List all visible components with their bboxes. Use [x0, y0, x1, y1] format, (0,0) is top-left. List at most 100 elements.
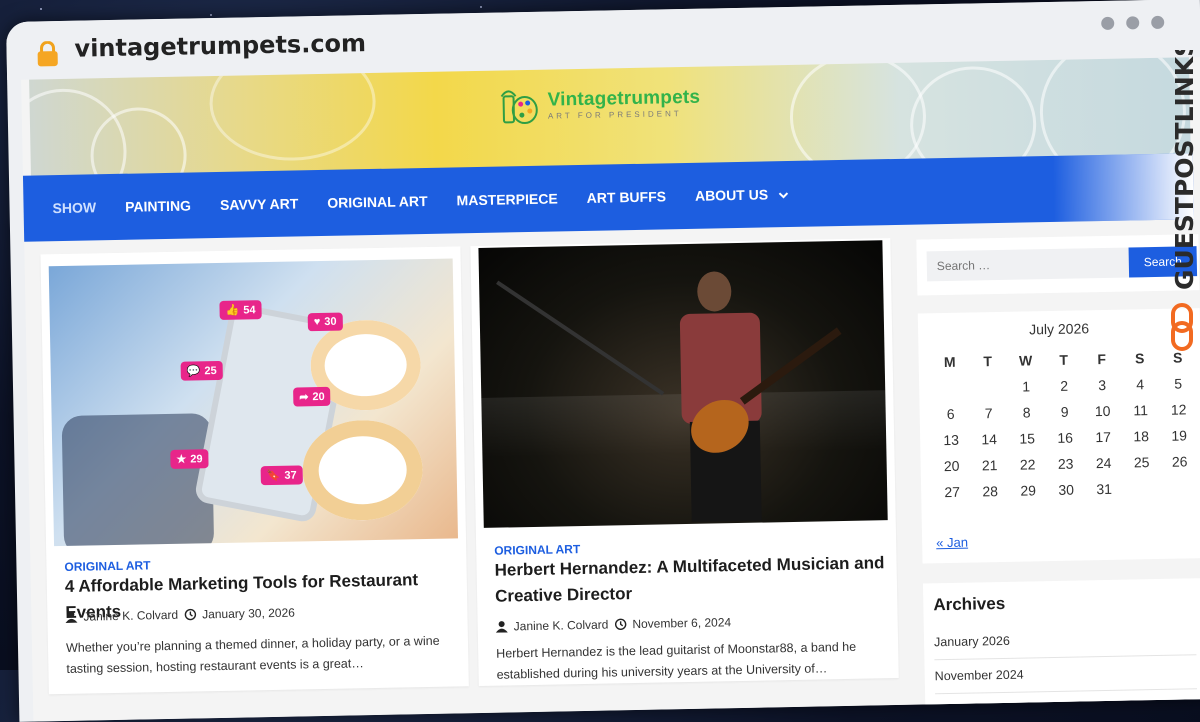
calendar-day: 16 [1057, 429, 1074, 446]
calendar-day: 20 [943, 457, 960, 475]
calendar-day: 3 [1098, 376, 1107, 394]
divider [934, 654, 1197, 661]
search-input[interactable] [926, 247, 1148, 282]
clock-icon [184, 608, 196, 621]
calendar-weekday: M [943, 353, 956, 371]
badge-count: 37 [284, 469, 297, 482]
star-icon: ★ [176, 453, 187, 466]
calendar-day: 15 [1019, 430, 1036, 447]
calendar-day: 27 [944, 483, 961, 501]
calendar-grid: M T W T F S S 1 2 3 4 5 6 7 8 9 10 11 12 13 14 15 16 17 18 19 20 21… [930, 344, 1199, 505]
post-author[interactable]: Janine K. Colvard [83, 608, 178, 624]
calendar-day: 19 [1171, 427, 1188, 444]
star [210, 14, 212, 16]
share-badge: ➦ 20 [293, 386, 331, 407]
search-widget: Search [916, 234, 1200, 296]
mic-stand-shape [496, 280, 665, 396]
calendar-weekday: T [1059, 351, 1069, 368]
nav-item-masterpiece[interactable]: MASTERPIECE [456, 190, 557, 208]
clock-icon [614, 618, 627, 631]
calendar-day: 25 [1133, 454, 1150, 471]
window-dot[interactable] [1126, 16, 1140, 30]
browser-window: vintagetrumpets.com Vintagetrumpets ART … [6, 0, 1200, 722]
post-card: 👍 54 ♥ 30 💬 25 ➦ 20 ★ 29 🔖 37 ORIGINAL ART 4 A… [40, 246, 469, 695]
nav-item-about-us-label: ABOUT US [694, 186, 769, 204]
calendar-day [1161, 474, 1199, 501]
heart-badge: ♥ 30 [307, 312, 343, 332]
badge-count: 30 [324, 315, 337, 328]
comment-icon: 💬 [186, 365, 201, 378]
calendar-day [931, 375, 969, 402]
nav-item-about-us[interactable]: ABOUT US [695, 186, 788, 204]
badge-count: 54 [243, 303, 256, 316]
window-dot[interactable] [1151, 15, 1165, 30]
hand-shape [61, 413, 215, 547]
url-text[interactable]: vintagetrumpets.com [74, 29, 366, 63]
calendar-day [1123, 475, 1161, 502]
calendar-day: 5 [1174, 375, 1183, 392]
star [480, 6, 482, 8]
post-date[interactable]: November 6, 2024 [632, 615, 731, 631]
user-icon [495, 621, 508, 633]
nav-item-art-buffs[interactable]: ART BUFFS [587, 188, 667, 206]
calendar-day: 22 [1019, 456, 1036, 473]
nav-item-painting[interactable]: PAINTING [125, 197, 191, 214]
badge-count: 25 [204, 364, 217, 377]
head-shape [696, 271, 732, 312]
window-dot[interactable] [1101, 16, 1115, 30]
palette-logo-icon [500, 90, 538, 125]
nav-item-show[interactable]: SHOW [52, 199, 96, 216]
calendar-widget: July 2026 M T W T F S S 1 2 3 4 5 6 7 8 9 10 11 12 13 14 15 16… [917, 308, 1200, 564]
user-icon [65, 611, 78, 623]
calendar-day: 24 [1095, 454, 1112, 472]
calendar-weekday: S [1134, 350, 1145, 367]
archives-widget: Archives January 2026 November 2024 [922, 578, 1200, 722]
lock-icon [37, 40, 58, 67]
calendar-day: 23 [1057, 455, 1074, 472]
post-author[interactable]: Janine K. Colvard [514, 618, 609, 634]
archive-link[interactable]: January 2026 [934, 634, 1010, 649]
calendar-day: 4 [1136, 376, 1145, 393]
star [40, 8, 42, 10]
calendar-day: 13 [943, 431, 960, 449]
nav-item-savvy-art[interactable]: SAVVY ART [220, 195, 299, 213]
divider [935, 688, 1198, 695]
calendar-day: 6 [946, 405, 955, 423]
nav-item-original-art[interactable]: ORIGINAL ART [327, 193, 428, 211]
calendar-day: 26 [1171, 453, 1188, 470]
calendar-day: 7 [984, 405, 993, 422]
calendar-day: 10 [1094, 402, 1111, 420]
badge-count: 20 [312, 390, 325, 403]
star-badge: ★ 29 [170, 449, 209, 469]
link-chain-icon [1171, 303, 1193, 351]
archives-title: Archives [933, 593, 1006, 615]
calendar-day: 14 [981, 431, 998, 448]
calendar-day: 12 [1170, 401, 1187, 418]
post-image[interactable] [478, 240, 888, 528]
site-title[interactable]: Vintagetrumpets [547, 86, 700, 111]
guestpostlinks-watermark: GUESTPOSTLINKS [1170, 50, 1199, 351]
post-meta: Janine K. Colvard November 6, 2024 [495, 615, 731, 634]
thumb-icon: 👍 [225, 304, 240, 317]
post-excerpt: Whether you’re planning a themed dinner,… [65, 633, 440, 676]
calendar-day: 31 [1096, 480, 1113, 498]
calendar-weekday: W [1018, 352, 1033, 369]
post-image[interactable]: 👍 54 ♥ 30 💬 25 ➦ 20 ★ 29 🔖 37 [48, 258, 458, 547]
post-date[interactable]: January 30, 2026 [202, 606, 295, 622]
bookmark-icon: 🔖 [266, 469, 281, 483]
page-viewport: Vintagetrumpets ART FOR PRESIDENT SHOW P… [21, 57, 1200, 722]
calendar-day: 29 [1020, 482, 1037, 499]
calendar-day: 11 [1133, 402, 1149, 419]
calendar-day: 8 [1022, 404, 1031, 421]
comment-badge: 💬 25 [180, 360, 223, 381]
like-badge: 👍 54 [219, 300, 262, 320]
post-title[interactable]: Herbert Hernandez: A Multifaceted Musici… [494, 550, 890, 610]
calendar-day: 21 [981, 457, 998, 474]
chevron-down-icon [778, 192, 788, 199]
calendar-prev-link[interactable]: « Jan [936, 535, 968, 551]
share-icon: ➦ [299, 391, 309, 404]
calendar-caption: July 2026 [1028, 320, 1090, 338]
watermark-text: GUESTPOSTLINKS [1170, 50, 1199, 290]
post-excerpt: Herbert Hernandez is the lead guitarist … [496, 639, 857, 682]
site-logo[interactable]: Vintagetrumpets ART FOR PRESIDENT [499, 81, 700, 127]
